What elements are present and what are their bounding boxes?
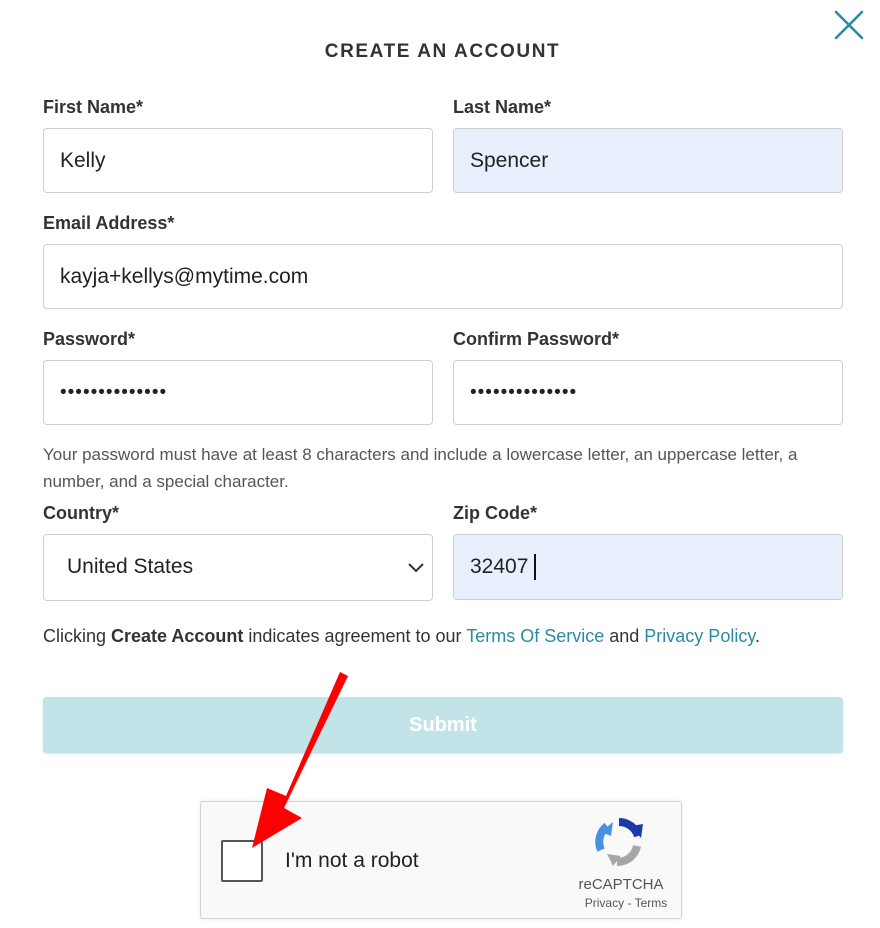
- recaptcha-checkbox[interactable]: [221, 840, 263, 882]
- zip-code-value: 32407: [470, 555, 529, 578]
- terms-of-service-link[interactable]: Terms Of Service: [466, 626, 604, 646]
- recaptcha-links: Privacy - Terms: [561, 896, 691, 910]
- password-label: Password*: [43, 329, 136, 349]
- submit-button[interactable]: Submit: [43, 697, 843, 753]
- last-name-label: Last Name*: [453, 97, 552, 117]
- zip-code-field[interactable]: 32407: [453, 534, 843, 600]
- recaptcha-link-separator: -: [624, 896, 635, 910]
- recaptcha-widget: I'm not a robot reCAPTCHA Privacy - Term…: [200, 801, 682, 919]
- password-field[interactable]: [43, 360, 433, 425]
- zip-code-label: Zip Code*: [453, 503, 537, 523]
- country-select[interactable]: United States: [43, 534, 433, 601]
- terms-prefix: Clicking: [43, 626, 112, 646]
- terms-middle: indicates agreement to our: [243, 626, 467, 646]
- recaptcha-terms-link[interactable]: Terms: [635, 896, 668, 910]
- terms-bold-create-account: Create Account: [111, 626, 244, 646]
- terms-suffix: .: [755, 626, 761, 646]
- recaptcha-brand: reCAPTCHA: [578, 876, 664, 893]
- page-title: CREATE AN ACCOUNT: [324, 41, 561, 62]
- recaptcha-logo-icon: [595, 818, 643, 866]
- chevron-down-icon: [408, 563, 424, 573]
- terms-and: and: [604, 626, 645, 646]
- close-icon[interactable]: [832, 8, 866, 42]
- password-help-text: Your password must have at least 8 chara…: [43, 445, 798, 491]
- first-name-field[interactable]: [43, 128, 433, 193]
- privacy-policy-link[interactable]: Privacy Policy: [644, 626, 755, 646]
- confirm-password-label: Confirm Password*: [453, 329, 620, 349]
- recaptcha-label: I'm not a robot: [285, 849, 419, 872]
- recaptcha-privacy-link[interactable]: Privacy: [585, 896, 624, 910]
- email-label: Email Address*: [43, 213, 175, 233]
- confirm-password-field[interactable]: [453, 360, 843, 425]
- create-account-modal: CREATE AN ACCOUNT First Name* Last Name*…: [0, 0, 880, 928]
- first-name-label: First Name*: [43, 97, 144, 117]
- terms-agreement-text: Clicking Create Account indicates agreem…: [43, 626, 853, 647]
- last-name-field[interactable]: [453, 128, 843, 193]
- text-cursor: [534, 554, 536, 580]
- email-field[interactable]: [43, 244, 843, 309]
- country-select-value: United States: [67, 555, 194, 578]
- country-label: Country*: [43, 503, 119, 523]
